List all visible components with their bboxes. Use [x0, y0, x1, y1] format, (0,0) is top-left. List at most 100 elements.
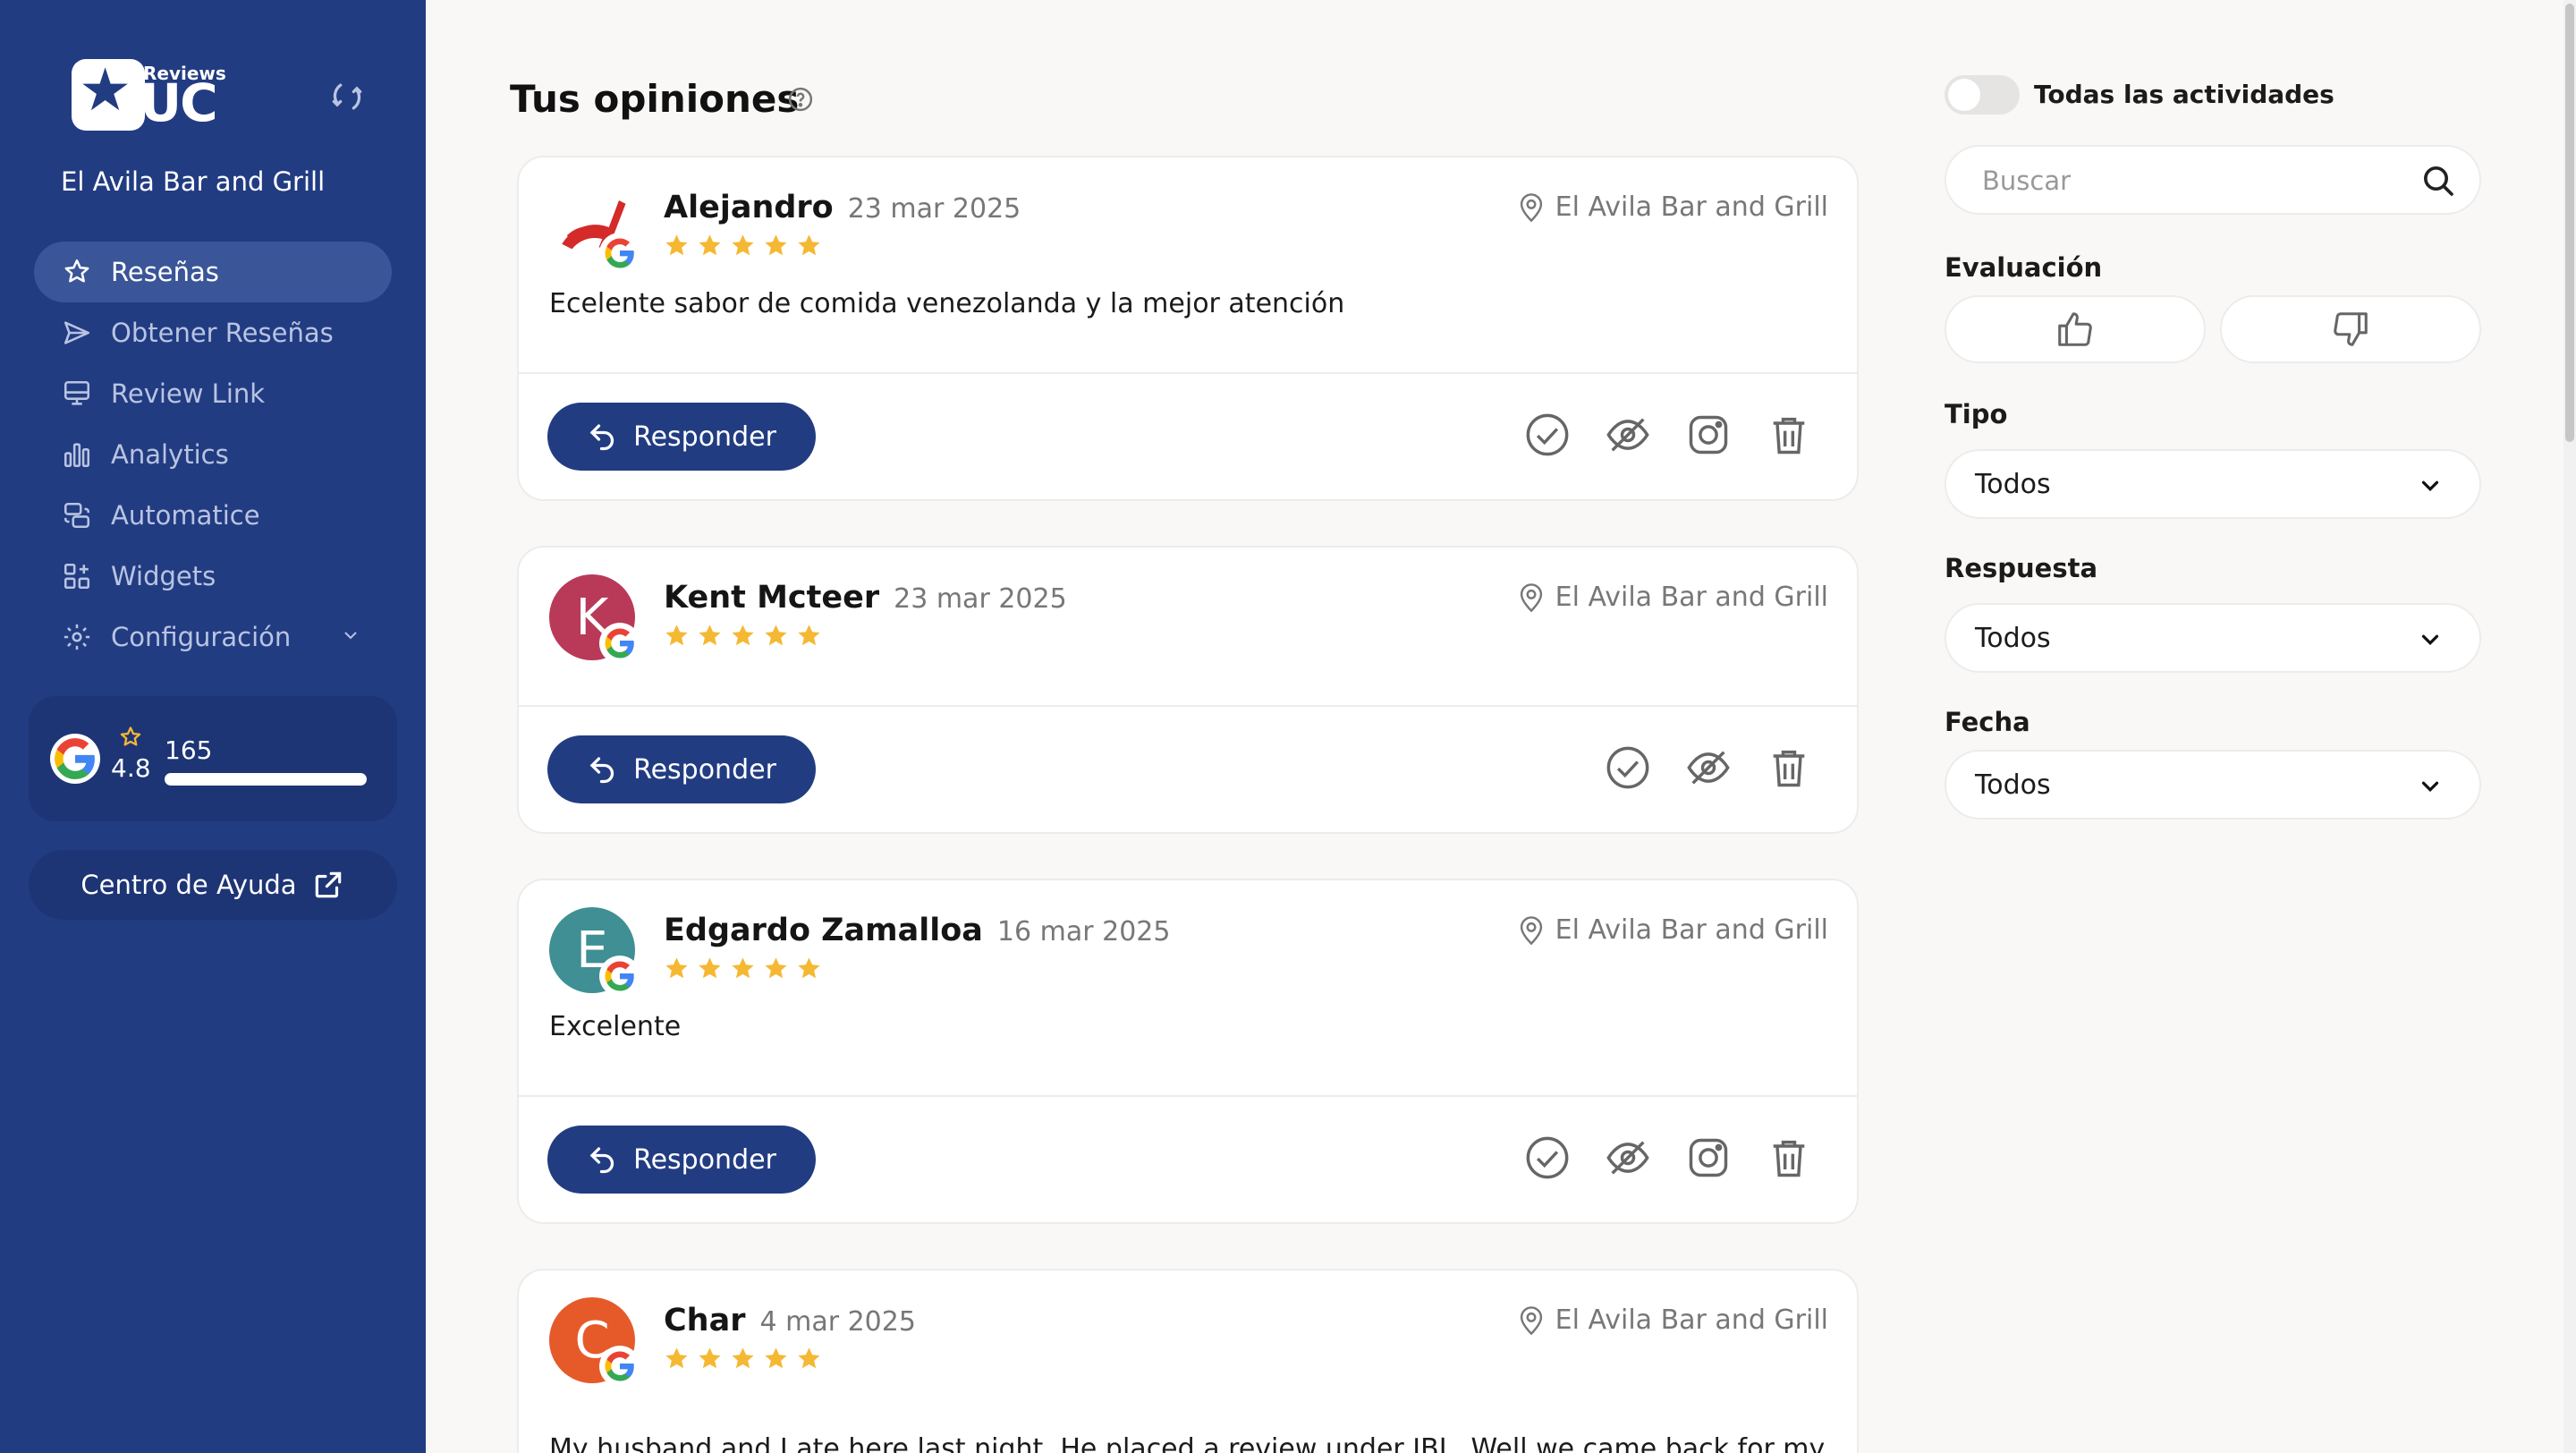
- rating-score: 4.8: [111, 753, 151, 783]
- reply-button[interactable]: Responder: [547, 1126, 816, 1194]
- monitor-icon: [61, 378, 93, 410]
- check-circle-icon[interactable]: [1605, 744, 1651, 791]
- review-date: 16 mar 2025: [996, 916, 1171, 947]
- star-icon: [732, 1347, 754, 1369]
- respuesta-select[interactable]: Todos: [1945, 603, 2481, 673]
- search-input[interactable]: [1982, 163, 2411, 199]
- star-icon: [732, 957, 754, 979]
- widgets-icon: [61, 560, 93, 592]
- star-icon: [765, 957, 787, 979]
- location-text: El Avila Bar and Grill: [1555, 1304, 1828, 1336]
- star-icon: [699, 1347, 721, 1369]
- thumbs-down-button[interactable]: [2220, 295, 2481, 363]
- review-card: Alejandro 23 mar 2025 El Avila Bar and Gr…: [517, 156, 1859, 501]
- google-icon: [599, 956, 640, 997]
- sidebar-item-label: Widgets: [111, 561, 216, 591]
- star-icon: [699, 957, 721, 979]
- reviewer-name: Alejandro 23 mar 2025: [664, 190, 1021, 225]
- business-name[interactable]: El Avila Bar and Grill: [61, 166, 325, 197]
- reply-icon: [589, 757, 614, 784]
- google-icon: [599, 623, 640, 664]
- sidebar-item-label: Review Link: [111, 378, 266, 409]
- scrollbar-thumb[interactable]: [2565, 4, 2574, 442]
- check-circle-icon[interactable]: [1524, 1134, 1571, 1181]
- tipo-select[interactable]: Todos: [1945, 449, 2481, 519]
- thumbs-down-icon: [2334, 312, 2368, 346]
- star-icon: [765, 234, 787, 256]
- sidebar-item-review-link[interactable]: Review Link: [34, 363, 392, 424]
- star-icon: [732, 625, 754, 646]
- gear-icon: [61, 621, 93, 653]
- review-location: El Avila Bar and Grill: [1518, 191, 1828, 223]
- search-box[interactable]: [1945, 145, 2481, 215]
- review-text: My husband and I ate here last night. He…: [549, 1433, 1826, 1453]
- sync-icon[interactable]: [327, 77, 367, 116]
- sidebar-item-label: Reseñas: [111, 257, 219, 287]
- google-rating-card[interactable]: 4.8 165: [29, 696, 397, 821]
- all-activities-label: Todas las actividades: [2034, 80, 2334, 109]
- star-icon: [665, 1347, 688, 1369]
- app-logo[interactable]: ★ Reviews UC: [72, 55, 226, 133]
- automation-icon: [61, 499, 93, 531]
- star-rating: [664, 233, 822, 259]
- sidebar-item-widgets[interactable]: Widgets: [34, 546, 392, 607]
- respuesta-label: Respuesta: [1945, 553, 2098, 583]
- instagram-icon[interactable]: [1685, 412, 1732, 458]
- trash-icon[interactable]: [1766, 744, 1812, 791]
- reviewer-avatar: [549, 184, 640, 274]
- fecha-select[interactable]: Todos: [1945, 750, 2481, 820]
- all-activities-toggle[interactable]: [1945, 75, 2020, 115]
- review-text: Ecelente sabor de comida venezolanda y l…: [549, 288, 1345, 319]
- sidebar-item-obtener-resenas[interactable]: Obtener Reseñas: [34, 302, 392, 363]
- location-text: El Avila Bar and Grill: [1555, 582, 1828, 613]
- sidebar: ★ Reviews UC El Avila Bar and Grill Rese…: [0, 0, 426, 1453]
- chevron-down-icon: [2421, 634, 2439, 646]
- chevron-down-icon: [2421, 480, 2439, 492]
- review-location: El Avila Bar and Grill: [1518, 1304, 1828, 1336]
- location-pin-icon: [1520, 192, 1542, 222]
- sidebar-item-automatice[interactable]: Automatice: [34, 485, 392, 546]
- page-scrollbar[interactable]: [2563, 0, 2576, 1453]
- star-icon: [765, 1347, 787, 1369]
- reviewer-name-text: Kent Mcteer: [664, 580, 880, 616]
- search-icon[interactable]: [2420, 163, 2456, 199]
- help-center-label: Centro de Ayuda: [80, 870, 297, 900]
- send-icon: [61, 317, 93, 349]
- eye-off-icon[interactable]: [1605, 1134, 1651, 1181]
- review-date: 4 mar 2025: [759, 1306, 916, 1338]
- thumbs-up-button[interactable]: [1945, 295, 2206, 363]
- chevron-down-icon[interactable]: [340, 622, 361, 652]
- reviewer-name-text: Edgardo Zamalloa: [664, 913, 983, 948]
- logo-big-text: UC: [140, 72, 218, 133]
- sidebar-item-analytics[interactable]: Analytics: [34, 424, 392, 485]
- reviewer-name: Char 4 mar 2025: [664, 1303, 916, 1338]
- fecha-label: Fecha: [1945, 707, 2030, 737]
- google-icon: [599, 233, 640, 274]
- reviewer-name-text: Alejandro: [664, 190, 834, 225]
- reply-button[interactable]: Responder: [547, 735, 816, 803]
- help-center-button[interactable]: Centro de Ayuda: [29, 850, 397, 920]
- eye-off-icon[interactable]: [1605, 412, 1651, 458]
- evaluacion-label: Evaluación: [1945, 252, 2103, 283]
- reply-icon: [589, 1147, 614, 1174]
- reply-button[interactable]: Responder: [547, 403, 816, 471]
- trash-icon[interactable]: [1766, 412, 1812, 458]
- review-count: 165: [165, 735, 213, 765]
- star-icon: [699, 234, 721, 256]
- page-title: Tus opiniones: [510, 77, 800, 121]
- help-question-icon[interactable]: [787, 86, 814, 113]
- check-circle-icon[interactable]: [1524, 412, 1571, 458]
- eye-off-icon[interactable]: [1685, 744, 1732, 791]
- star-icon: [665, 625, 688, 646]
- sidebar-item-label: Automatice: [111, 500, 260, 531]
- google-icon: [50, 734, 100, 784]
- sidebar-item-configuracion[interactable]: Configuración: [34, 607, 392, 667]
- review-card: C Char 4 mar 2025 El Avila Bar and Grill …: [517, 1269, 1859, 1453]
- reply-label: Responder: [633, 421, 776, 453]
- instagram-icon[interactable]: [1685, 1134, 1732, 1181]
- review-date: 23 mar 2025: [847, 193, 1021, 225]
- star-icon: [798, 957, 820, 979]
- trash-icon[interactable]: [1766, 1134, 1812, 1181]
- star-icon: [798, 625, 820, 646]
- sidebar-item-resenas[interactable]: Reseñas: [34, 242, 392, 302]
